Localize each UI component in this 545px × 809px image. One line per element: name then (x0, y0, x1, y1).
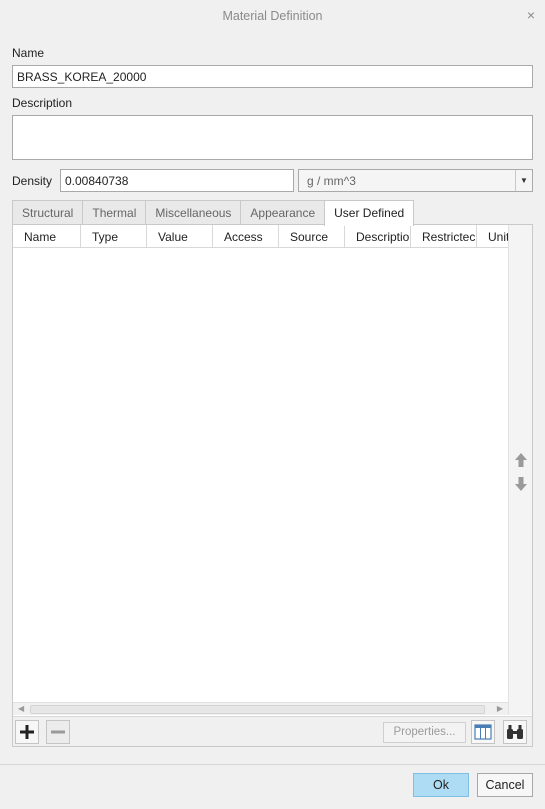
arrow-up-icon[interactable] (512, 451, 530, 469)
column-header-type[interactable]: Type (81, 225, 147, 247)
title-bar: Material Definition × (0, 0, 545, 33)
column-header-access[interactable]: Access (213, 225, 279, 247)
scroll-right-icon[interactable]: ▶ (497, 704, 503, 713)
tab-appearance[interactable]: Appearance (240, 200, 326, 225)
description-input[interactable] (13, 116, 532, 159)
name-label: Name (12, 46, 45, 60)
ok-button[interactable]: Ok (413, 773, 469, 797)
scroll-left-icon[interactable]: ◀ (18, 704, 24, 713)
tab-thermal[interactable]: Thermal (82, 200, 147, 225)
parameters-table[interactable]: Name Type Value Access Source Descriptio… (13, 225, 508, 715)
name-field-box (12, 65, 533, 88)
minus-icon (51, 730, 65, 734)
plus-icon (20, 725, 34, 739)
remove-parameter-button[interactable] (46, 720, 70, 744)
column-header-name[interactable]: Name (13, 225, 81, 247)
table-header: Name Type Value Access Source Descriptio… (13, 225, 508, 248)
column-header-source[interactable]: Source (279, 225, 345, 247)
table-columns-icon (474, 724, 492, 740)
column-header-restricted[interactable]: Restrictec (411, 225, 477, 247)
window-title: Material Definition (222, 9, 323, 23)
cancel-button[interactable]: Cancel (477, 773, 533, 797)
density-field-box (60, 169, 294, 192)
properties-button[interactable]: Properties... (383, 722, 466, 743)
add-parameter-button[interactable] (15, 720, 39, 744)
table-columns-button[interactable] (471, 720, 495, 744)
description-label: Description (12, 96, 73, 110)
tab-structural[interactable]: Structural (12, 200, 84, 225)
find-button[interactable] (503, 720, 527, 744)
description-field-box (12, 115, 533, 160)
name-input[interactable] (13, 66, 532, 87)
footer-divider (0, 764, 545, 765)
user-defined-panel: Name Type Value Access Source Descriptio… (12, 224, 533, 747)
density-unit-value: g / mm^3 (307, 174, 356, 188)
column-header-unit[interactable]: Unit (477, 225, 508, 247)
density-unit-select[interactable]: g / mm^3 ▼ (298, 169, 533, 192)
scrollbar-thumb[interactable] (30, 705, 485, 714)
row-order-strip (508, 225, 532, 715)
tab-miscellaneous[interactable]: Miscellaneous (145, 200, 242, 225)
close-icon[interactable]: × (527, 7, 535, 23)
density-label: Density (12, 174, 53, 188)
table-toolbar: Properties... (13, 716, 532, 746)
binoculars-icon (507, 725, 523, 739)
property-tabs: Structural Thermal Miscellaneous Appeara… (12, 200, 415, 226)
column-header-description[interactable]: Descriptio (345, 225, 411, 247)
arrow-down-icon[interactable] (512, 475, 530, 493)
tab-user-defined[interactable]: User Defined (324, 200, 415, 226)
chevron-down-icon[interactable]: ▼ (515, 170, 532, 191)
density-input[interactable] (61, 170, 293, 191)
horizontal-scrollbar[interactable]: ◀ ▶ (13, 702, 508, 715)
column-header-value[interactable]: Value (147, 225, 213, 247)
